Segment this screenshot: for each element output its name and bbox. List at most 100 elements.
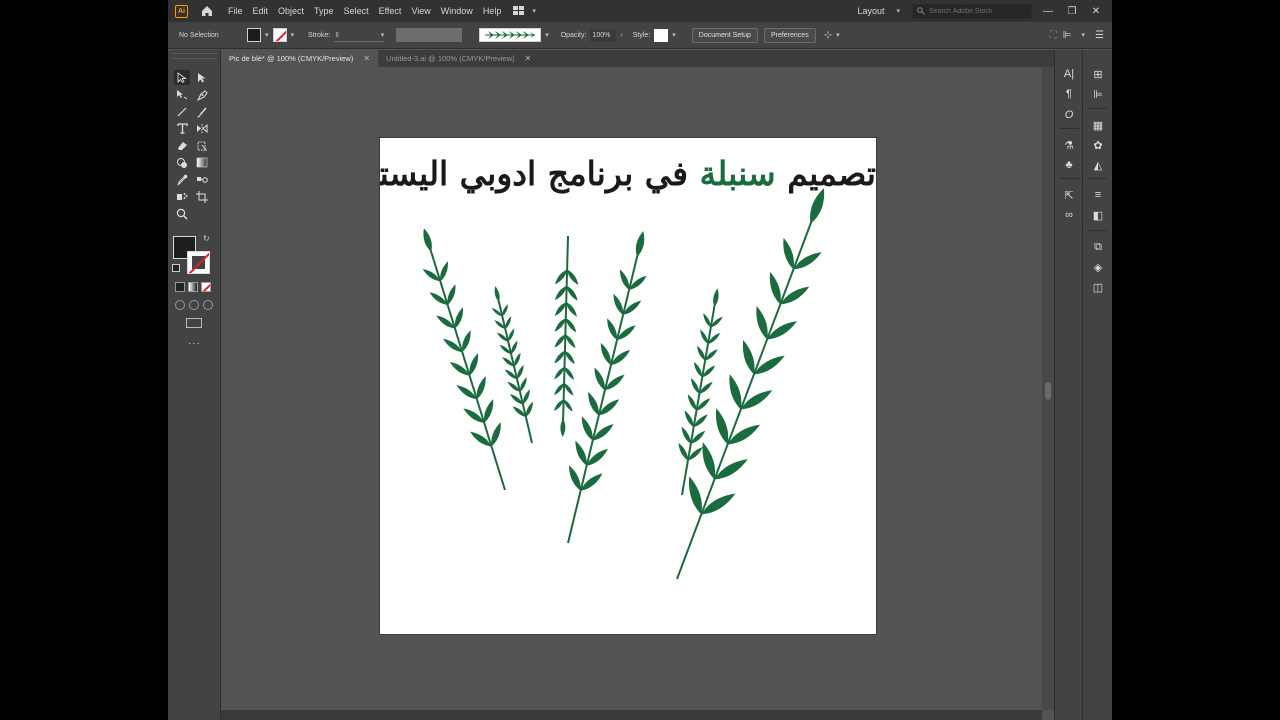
color-mode-icon[interactable] — [175, 282, 185, 292]
selection-tool-icon[interactable] — [174, 70, 190, 85]
tab-untitled-3[interactable]: Untitled-3.ai @ 100% (CMYK/Preview) ✕ — [378, 50, 539, 67]
document-setup-button[interactable]: Document Setup — [691, 27, 758, 43]
panel-grip[interactable] — [172, 53, 217, 59]
shape-builder-tool-icon[interactable] — [174, 155, 190, 170]
group-selection-tool-icon[interactable] — [174, 87, 190, 102]
wheat-stalk[interactable] — [421, 227, 506, 491]
variable-width-profile[interactable] — [396, 28, 463, 42]
chevron-right-icon[interactable]: › — [620, 32, 622, 39]
selection-status: No Selection — [179, 31, 219, 39]
menu-object[interactable]: Object — [278, 6, 304, 16]
opacity-field[interactable]: 100% — [590, 28, 617, 42]
stroke-weight-field[interactable]: ⇕ ▾ — [334, 28, 385, 42]
wheat-stalk[interactable] — [553, 235, 581, 438]
search-input[interactable]: Search Adobe Stock — [912, 3, 1032, 19]
wheat-stalk[interactable] — [676, 186, 829, 580]
opentype-panel-icon[interactable]: O — [1062, 108, 1076, 122]
chevron-down-icon: ▾ — [532, 8, 536, 15]
gradient-tool-icon[interactable] — [194, 155, 210, 170]
control-bar: No Selection ▾ ▾ Stroke: ⇕ ▾ ▾ Opacity: 1… — [168, 22, 1112, 49]
brushes-panel-icon[interactable]: ✿ — [1091, 138, 1105, 152]
symbol-sprayer-tool-icon[interactable] — [174, 189, 190, 204]
menu-select[interactable]: Select — [344, 6, 369, 16]
gradient-panel-icon[interactable]: ◧ — [1091, 208, 1105, 222]
eraser-tool-icon[interactable] — [174, 138, 190, 153]
align-options-icon[interactable]: ⊹ — [824, 30, 832, 41]
panel-separator — [1059, 128, 1079, 129]
blend-tool-icon[interactable] — [194, 172, 210, 187]
align-icon[interactable]: ⊫ — [1063, 30, 1072, 41]
menu-type[interactable]: Type — [314, 6, 334, 16]
tab-pic-de-ble[interactable]: Pic de blé* @ 100% (CMYK/Preview) ✕ — [221, 50, 379, 67]
menu-view[interactable]: View — [411, 6, 430, 16]
draw-normal-icon[interactable] — [175, 300, 185, 310]
direct-selection-tool-icon[interactable] — [194, 70, 210, 85]
character-panel-icon[interactable]: A| — [1062, 67, 1076, 81]
draw-behind-icon[interactable] — [189, 300, 199, 310]
artboard[interactable]: تصميم سنبلة في برنامج ادوبي اليستريتور — [379, 137, 877, 635]
arrange-documents-button[interactable]: ▾ — [513, 6, 540, 16]
close-icon[interactable]: ✕ — [525, 54, 532, 63]
search-placeholder: Search Adobe Stock — [929, 7, 993, 15]
close-button[interactable]: ✕ — [1088, 6, 1104, 17]
graphic-style-swatch[interactable] — [654, 28, 669, 42]
panel-menu-icon[interactable]: ☰ — [1095, 30, 1104, 41]
pathfinder-panel-icon[interactable]: ⧉ — [1091, 240, 1105, 254]
brush-definition[interactable] — [479, 28, 542, 42]
home-icon[interactable] — [200, 4, 214, 18]
eyedropper-tool-icon[interactable] — [174, 172, 190, 187]
stroke-swatch[interactable] — [272, 28, 287, 42]
menu-window[interactable]: Window — [441, 6, 473, 16]
restore-button[interactable]: ❐ — [1064, 6, 1080, 17]
export-panel-icon[interactable]: ⇱ — [1062, 188, 1076, 202]
zoom-tool-icon[interactable] — [174, 206, 190, 221]
type-tool-icon[interactable] — [174, 121, 190, 136]
stroke-panel-icon[interactable]: ≡ — [1091, 188, 1105, 202]
preferences-button[interactable]: Preferences — [763, 27, 816, 43]
links-panel-icon[interactable]: ∞ — [1062, 208, 1076, 222]
default-colors-icon[interactable] — [172, 264, 180, 272]
gradient-mode-icon[interactable] — [188, 282, 198, 292]
panel-dock-properties: A| ¶ O ⚗ ♣ ⇱ ∞ — [1054, 50, 1082, 720]
none-mode-icon[interactable] — [201, 282, 211, 292]
wheat-stalk[interactable] — [676, 288, 724, 496]
fill-swatch[interactable] — [247, 28, 261, 42]
transform-panel-icon[interactable]: ⊞ — [1091, 67, 1105, 81]
layers-panel-icon[interactable]: ◈ — [1091, 260, 1105, 274]
artboards-panel-icon[interactable]: ◫ — [1091, 280, 1105, 294]
paintbrush-tool-icon[interactable] — [194, 104, 210, 119]
more-tools-icon[interactable]: ··· — [188, 338, 201, 349]
graphic-styles-panel-icon[interactable]: ◭ — [1091, 158, 1105, 172]
menu-effect[interactable]: Effect — [379, 6, 402, 16]
scroll-thumb[interactable] — [1045, 382, 1051, 400]
vertical-scrollbar[interactable] — [1042, 67, 1054, 710]
swap-arrow-icon[interactable]: ↻ — [203, 234, 210, 243]
wheat-stalk[interactable] — [491, 286, 535, 444]
draw-inside-icon[interactable] — [203, 300, 213, 310]
appearance-panel-icon[interactable]: ⚗ — [1062, 138, 1076, 152]
pen-tool-icon[interactable] — [194, 87, 210, 102]
transform-icon[interactable]: ⛶ — [1050, 30, 1057, 41]
swatches-panel-icon[interactable]: ▦ — [1091, 118, 1105, 132]
free-transform-tool-icon[interactable] — [194, 138, 210, 153]
fill-stroke-widget: ↻ — [172, 234, 213, 276]
menu-file[interactable]: File — [228, 6, 243, 16]
line-tool-icon[interactable] — [174, 104, 190, 119]
wheat-illustration[interactable] — [380, 138, 877, 635]
paragraph-panel-icon[interactable]: ¶ — [1062, 87, 1076, 101]
close-icon[interactable]: ✕ — [363, 54, 370, 63]
minimize-button[interactable]: — — [1040, 6, 1056, 17]
align-panel-icon[interactable]: ⊫ — [1091, 87, 1105, 101]
artboard-tool-icon[interactable] — [194, 189, 210, 204]
menu-help[interactable]: Help — [483, 6, 502, 16]
reflect-tool-icon[interactable] — [194, 121, 210, 136]
chevron-down-icon: ▾ — [545, 32, 549, 39]
chevron-down-icon: ▾ — [672, 32, 676, 39]
menu-edit[interactable]: Edit — [253, 6, 269, 16]
symbols-panel-icon[interactable]: ♣ — [1062, 158, 1076, 172]
wheat-stalk[interactable] — [566, 230, 648, 544]
workspace-switcher[interactable]: Layout — [857, 6, 884, 16]
stroke-color-swatch[interactable] — [187, 251, 210, 274]
screen-mode-icon[interactable] — [186, 318, 202, 328]
grid-icon — [513, 6, 525, 15]
